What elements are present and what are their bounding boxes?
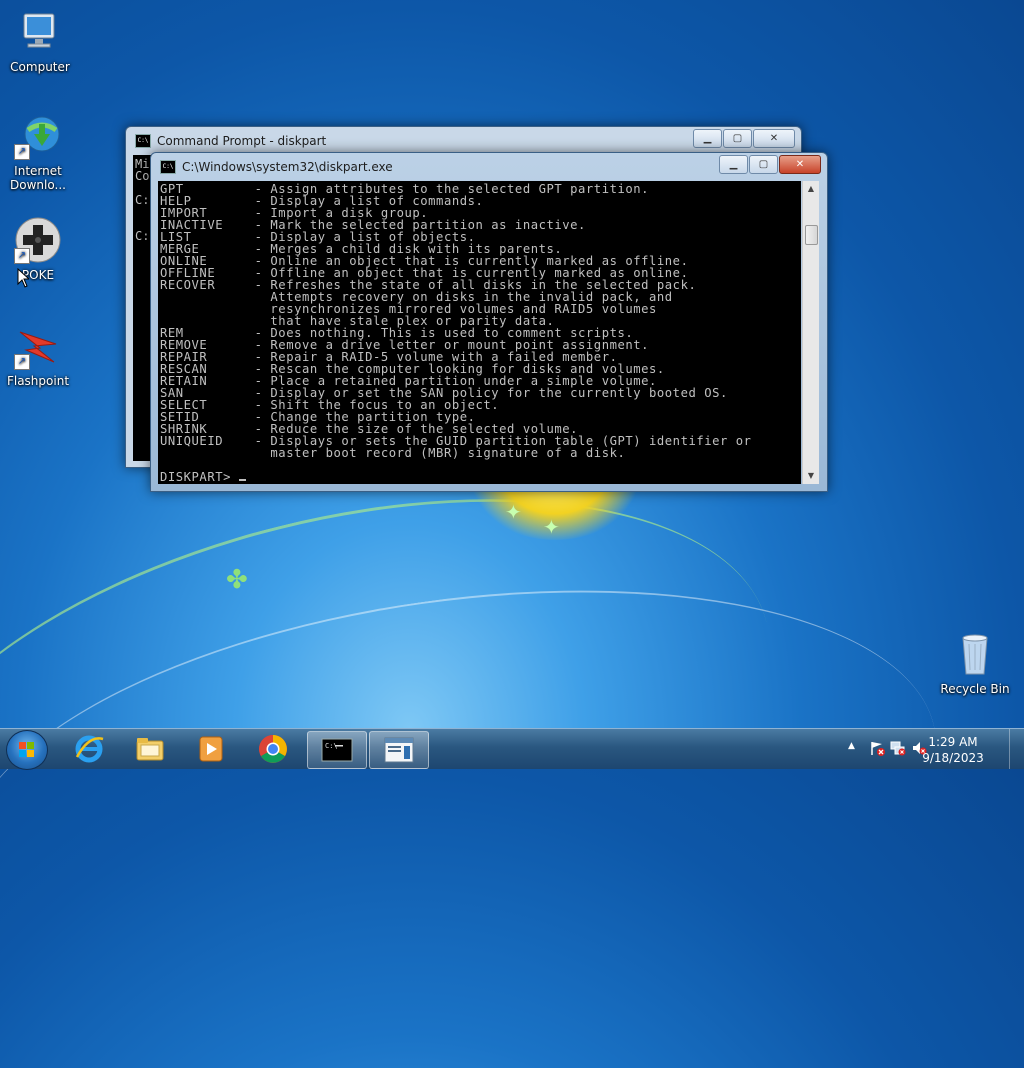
- window-title: Command Prompt - diskpart: [157, 134, 327, 148]
- desktop-icon-label: Computer: [10, 60, 70, 74]
- shortcut-arrow-icon: ↗: [14, 248, 30, 264]
- maximize-button[interactable]: ▢: [749, 155, 778, 174]
- file-explorer-icon: [136, 738, 164, 761]
- console-output[interactable]: GPT - Assign attributes to the selected …: [158, 181, 801, 484]
- window-app-icon: [384, 737, 414, 763]
- maximize-button[interactable]: ▢: [723, 129, 752, 148]
- window-titlebar[interactable]: C:\ Command Prompt - diskpart ▁ ▢ ✕: [126, 127, 801, 155]
- internet-download-manager-icon: ↗: [14, 112, 62, 160]
- close-button[interactable]: ✕: [779, 155, 821, 174]
- console-line: Co: [135, 169, 150, 183]
- console-app-icon: C:\: [160, 160, 176, 174]
- desktop-icon-label: Flashpoint: [6, 374, 70, 388]
- computer-icon: [16, 8, 64, 56]
- close-button[interactable]: ✕: [753, 129, 795, 148]
- window-title: C:\Windows\system32\diskpart.exe: [182, 160, 393, 174]
- taskbar-command-prompt[interactable]: C:\: [307, 731, 367, 769]
- chrome-icon: [259, 735, 287, 763]
- flashpoint-icon: ↗: [14, 322, 62, 370]
- minimize-button[interactable]: ▁: [693, 129, 722, 148]
- console-text: GPT - Assign attributes to the selected …: [160, 182, 752, 484]
- shortcut-arrow-icon: ↗: [14, 354, 30, 370]
- recycle-bin-icon: [951, 630, 999, 678]
- taskbar-chrome[interactable]: [244, 731, 302, 767]
- wallpaper-sparkle: ✦: [543, 515, 560, 539]
- desktop-icon-internet-download-manager[interactable]: ↗ Internet Downlo...: [0, 112, 78, 192]
- taskbar-file-explorer[interactable]: [121, 731, 179, 767]
- show-desktop-button[interactable]: [1009, 729, 1024, 769]
- system-tray: ▲ 1:29 AM 9/18/2023: [834, 729, 1024, 769]
- console-line: C:: [135, 229, 150, 243]
- shortcut-arrow-icon: ↗: [14, 144, 30, 160]
- text-cursor: [238, 479, 246, 481]
- desktop-icon-label: Downlo...: [10, 178, 66, 192]
- clock[interactable]: 1:29 AM 9/18/2023: [918, 734, 988, 766]
- wallpaper-sparkle: ✤: [226, 565, 248, 595]
- desktop-icon-label: Internet: [14, 164, 62, 178]
- desktop-icon-flashpoint[interactable]: ↗ Flashpoint: [0, 322, 78, 388]
- show-hidden-icons-button[interactable]: ▲: [848, 741, 855, 751]
- clock-time: 1:29 AM: [928, 735, 978, 749]
- desktop-icon-computer[interactable]: Computer: [0, 8, 80, 74]
- clock-date: 9/18/2023: [922, 751, 984, 765]
- command-prompt-icon: C:\: [321, 738, 353, 762]
- minimize-button[interactable]: ▁: [719, 155, 748, 174]
- mouse-pointer-icon: [17, 267, 31, 292]
- console-app-icon: C:\: [135, 134, 151, 148]
- scroll-up-arrow-icon[interactable]: ▲: [803, 181, 819, 197]
- media-player-icon: [199, 736, 223, 762]
- desktop-icon-label: POKE: [21, 268, 55, 282]
- window-titlebar[interactable]: C:\ C:\Windows\system32\diskpart.exe ▁ ▢…: [151, 153, 827, 181]
- diskpart-window[interactable]: C:\ C:\Windows\system32\diskpart.exe ▁ ▢…: [150, 152, 828, 492]
- scroll-down-arrow-icon[interactable]: ▼: [803, 468, 819, 484]
- taskbar-media-player[interactable]: [182, 731, 240, 767]
- taskbar-internet-explorer[interactable]: [60, 731, 118, 767]
- start-button[interactable]: [6, 730, 48, 770]
- vertical-scrollbar[interactable]: ▲ ▼: [802, 181, 819, 484]
- gamepad-icon: ↗: [14, 216, 62, 264]
- scrollbar-thumb[interactable]: [805, 225, 818, 245]
- desktop-icon-label: Recycle Bin: [940, 682, 1010, 696]
- wallpaper-sparkle: ✦: [505, 500, 522, 524]
- internet-explorer-icon: [75, 735, 104, 763]
- network-status-icon[interactable]: [890, 740, 906, 756]
- taskbar: C:\ ▲ 1:29 AM 9/18/2023: [0, 728, 1024, 770]
- desktop-icon-poke[interactable]: ↗ POKE: [0, 216, 78, 282]
- console-line: C:: [135, 193, 150, 207]
- desktop-icon-recycle-bin[interactable]: Recycle Bin: [935, 630, 1015, 696]
- taskbar-window-app[interactable]: [369, 731, 429, 769]
- windows-logo-icon: [19, 742, 35, 758]
- action-center-flag-icon[interactable]: [869, 740, 885, 756]
